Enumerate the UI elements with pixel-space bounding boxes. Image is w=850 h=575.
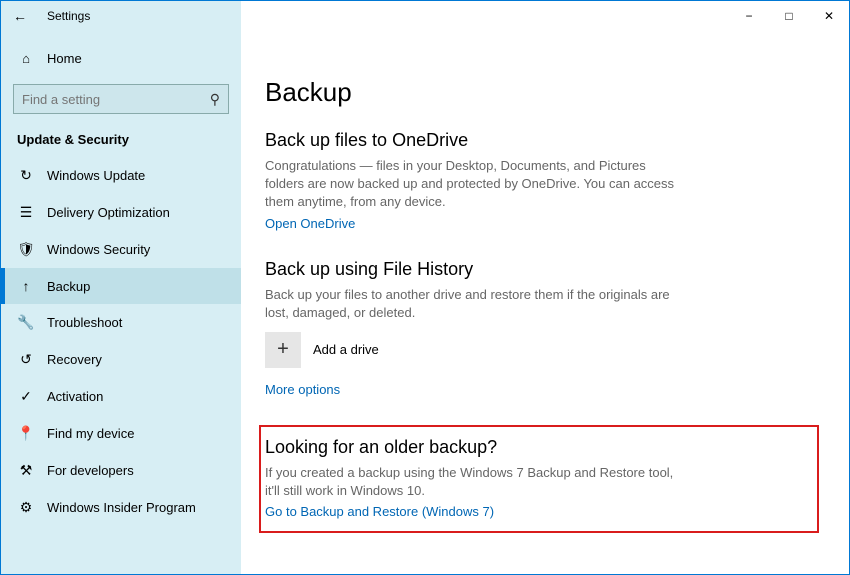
sidebar-item-windows-update[interactable]: ↻ Windows Update bbox=[1, 157, 241, 194]
choose-heading: Choose the right backup option for you bbox=[265, 573, 825, 574]
sidebar-item-backup[interactable]: ↑ Backup bbox=[1, 268, 241, 304]
nav-label: Recovery bbox=[47, 352, 102, 367]
add-drive-label: Add a drive bbox=[313, 342, 379, 357]
location-icon: 📍 bbox=[17, 425, 35, 442]
nav-label: Find my device bbox=[47, 426, 134, 441]
onedrive-heading: Back up files to OneDrive bbox=[265, 130, 825, 151]
sidebar-section-heading: Update & Security bbox=[1, 114, 241, 157]
backup-icon: ↑ bbox=[17, 278, 35, 294]
nav-label: Backup bbox=[47, 279, 90, 294]
insider-icon: ⚙ bbox=[17, 499, 35, 516]
back-button[interactable]: ← bbox=[13, 8, 27, 24]
settings-window: − □ ✕ ← Settings ⌂ Home ⚲ Update & Secur… bbox=[0, 0, 850, 575]
nav-label: Windows Update bbox=[47, 168, 145, 183]
page-title: Backup bbox=[265, 77, 825, 108]
section-choose-option: Choose the right backup option for you T… bbox=[265, 573, 825, 574]
search-icon: ⚲ bbox=[210, 91, 220, 108]
nav-label: Troubleshoot bbox=[47, 315, 122, 330]
sidebar-item-windows-security[interactable]: 🛡 Windows Security bbox=[1, 231, 241, 268]
onedrive-body: Congratulations — files in your Desktop,… bbox=[265, 157, 685, 212]
sidebar-item-troubleshoot[interactable]: 🔧 Troubleshoot bbox=[1, 304, 241, 341]
add-drive-button[interactable]: + Add a drive bbox=[265, 332, 825, 368]
sidebar-item-find-my-device[interactable]: 📍 Find my device bbox=[1, 415, 241, 452]
home-label: Home bbox=[47, 51, 82, 66]
refresh-icon: ↻ bbox=[17, 167, 35, 184]
older-body: If you created a backup using the Window… bbox=[265, 464, 685, 500]
app-title: Settings bbox=[47, 9, 90, 23]
section-onedrive: Back up files to OneDrive Congratulation… bbox=[265, 130, 825, 231]
tools-icon: ⚒ bbox=[17, 462, 35, 479]
delivery-icon: ☰ bbox=[17, 204, 35, 221]
nav-label: Windows Insider Program bbox=[47, 500, 196, 515]
nav-label: For developers bbox=[47, 463, 134, 478]
wrench-icon: 🔧 bbox=[17, 314, 35, 331]
sidebar-item-recovery[interactable]: ↺ Recovery bbox=[1, 341, 241, 378]
search-input[interactable] bbox=[22, 92, 210, 107]
sidebar-item-delivery-optimization[interactable]: ☰ Delivery Optimization bbox=[1, 194, 241, 231]
section-file-history: Back up using File History Back up your … bbox=[265, 259, 825, 397]
home-icon: ⌂ bbox=[17, 51, 35, 66]
more-options-link[interactable]: More options bbox=[265, 382, 340, 397]
content-pane: Backup Back up files to OneDrive Congrat… bbox=[241, 31, 849, 574]
plus-icon: + bbox=[265, 332, 301, 368]
sidebar-item-home[interactable]: ⌂ Home bbox=[1, 41, 241, 76]
recovery-icon: ↺ bbox=[17, 351, 35, 368]
filehistory-body: Back up your files to another drive and … bbox=[265, 286, 685, 322]
nav-label: Activation bbox=[47, 389, 103, 404]
sidebar-header: ← Settings bbox=[1, 1, 241, 31]
section-older-backup: Looking for an older backup? If you crea… bbox=[259, 425, 819, 533]
older-heading: Looking for an older backup? bbox=[265, 437, 805, 458]
sidebar-item-windows-insider[interactable]: ⚙ Windows Insider Program bbox=[1, 489, 241, 526]
sidebar-nav: ↻ Windows Update ☰ Delivery Optimization… bbox=[1, 157, 241, 526]
search-box[interactable]: ⚲ bbox=[13, 84, 229, 114]
backup-restore-win7-link[interactable]: Go to Backup and Restore (Windows 7) bbox=[265, 504, 494, 519]
sidebar: ← Settings ⌂ Home ⚲ Update & Security ↻ … bbox=[1, 1, 241, 574]
nav-label: Windows Security bbox=[47, 242, 150, 257]
check-circle-icon: ✓ bbox=[17, 388, 35, 405]
filehistory-heading: Back up using File History bbox=[265, 259, 825, 280]
sidebar-item-for-developers[interactable]: ⚒ For developers bbox=[1, 452, 241, 489]
shield-icon: 🛡 bbox=[17, 241, 35, 258]
open-onedrive-link[interactable]: Open OneDrive bbox=[265, 216, 355, 231]
sidebar-item-activation[interactable]: ✓ Activation bbox=[1, 378, 241, 415]
nav-label: Delivery Optimization bbox=[47, 205, 170, 220]
